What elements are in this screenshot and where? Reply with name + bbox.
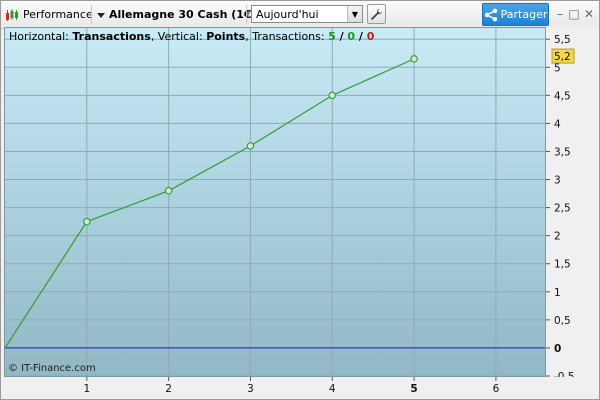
toolbar: Performance Allemagne 30 Cash (1€) Aujou… [1, 1, 599, 29]
share-label: Partager [500, 8, 548, 21]
transaction-count-loss: 0 [366, 30, 375, 43]
toolbar-divider [246, 5, 247, 24]
maximize-icon[interactable]: □ [567, 5, 581, 23]
performance-button[interactable]: Performance [5, 1, 93, 28]
x-tick-label: 4 [329, 383, 336, 395]
chevron-down-icon [97, 12, 105, 18]
share-button[interactable]: Partager [482, 3, 549, 26]
y-tick-label: 4 [554, 118, 561, 130]
header-prefix: Horizontal: [9, 30, 73, 43]
header-slash: / [355, 30, 367, 43]
data-point [410, 55, 418, 63]
x-tick-label: 5 [410, 383, 417, 395]
y-tick-label: 1,5 [554, 259, 571, 271]
chart-plot-area[interactable]: Horizontal: Transactions, Vertical: Poin… [4, 27, 546, 377]
y-tick-label: 2,5 [554, 203, 571, 215]
wrench-icon [371, 8, 383, 20]
x-tick-label: 1 [83, 383, 90, 395]
transaction-count-win: 0 [347, 30, 356, 43]
header-sep: , Transactions: [245, 30, 329, 43]
data-point [83, 217, 91, 226]
minimize-icon[interactable]: – [553, 5, 567, 23]
y-tick-label: 5,5 [554, 34, 571, 46]
x-tick-label: 3 [247, 383, 254, 395]
chart-header: Horizontal: Transactions, Vertical: Poin… [9, 30, 374, 43]
instrument-selector[interactable]: Allemagne 30 Cash (1€) [97, 1, 257, 28]
y-tick-label: 3 [554, 175, 561, 187]
header-sep: , Vertical: [150, 30, 207, 43]
settings-button[interactable] [367, 4, 386, 24]
y-tick-label: 0 [554, 343, 561, 355]
dropdown-arrow-icon[interactable]: ▼ [347, 6, 362, 22]
header-slash: / [335, 30, 348, 43]
data-point [246, 142, 255, 150]
data-point [328, 91, 337, 100]
period-select[interactable]: Aujourd'hui ▼ [251, 5, 363, 23]
y-tick-label: 3,5 [554, 146, 571, 158]
chart-svg [5, 28, 545, 376]
copyright-text: © IT-Finance.com [8, 363, 96, 374]
close-icon[interactable]: ✕ [582, 5, 596, 23]
y-axis[interactable]: 5,5 5 4,5 4 3,5 3 2,5 2 1,5 1 0,5 0 -0,5 5,2 [546, 27, 599, 377]
performance-label: Performance [23, 8, 93, 21]
series-line [5, 58, 415, 349]
app-window: Performance Allemagne 30 Cash (1€) Aujou… [0, 0, 600, 400]
candlestick-icon [6, 8, 18, 21]
instrument-label: Allemagne 30 Cash (1€) [109, 8, 257, 21]
horizontal-axis-name: Transactions [72, 30, 151, 43]
vertical-axis-name: Points [206, 30, 246, 43]
period-value: Aujourd'hui [256, 7, 319, 21]
x-axis[interactable]: 1 2 3 4 5 6 [4, 377, 546, 399]
transaction-count-total: 5 [328, 30, 336, 43]
y-tick-label: 0,5 [554, 315, 571, 327]
x-tick-label: 6 [493, 383, 500, 395]
last-value-label: 5,2 [554, 51, 571, 63]
share-icon [484, 8, 497, 21]
y-tick-label: 4,5 [554, 90, 571, 102]
toolbar-divider [91, 5, 92, 24]
y-tick-label: 5 [554, 62, 561, 74]
y-tick-label: 2 [554, 231, 561, 243]
y-tick-label: 1 [554, 287, 561, 299]
x-tick-label: 2 [165, 383, 172, 395]
data-point [164, 187, 173, 195]
y-tick-label: -0,5 [554, 371, 575, 377]
